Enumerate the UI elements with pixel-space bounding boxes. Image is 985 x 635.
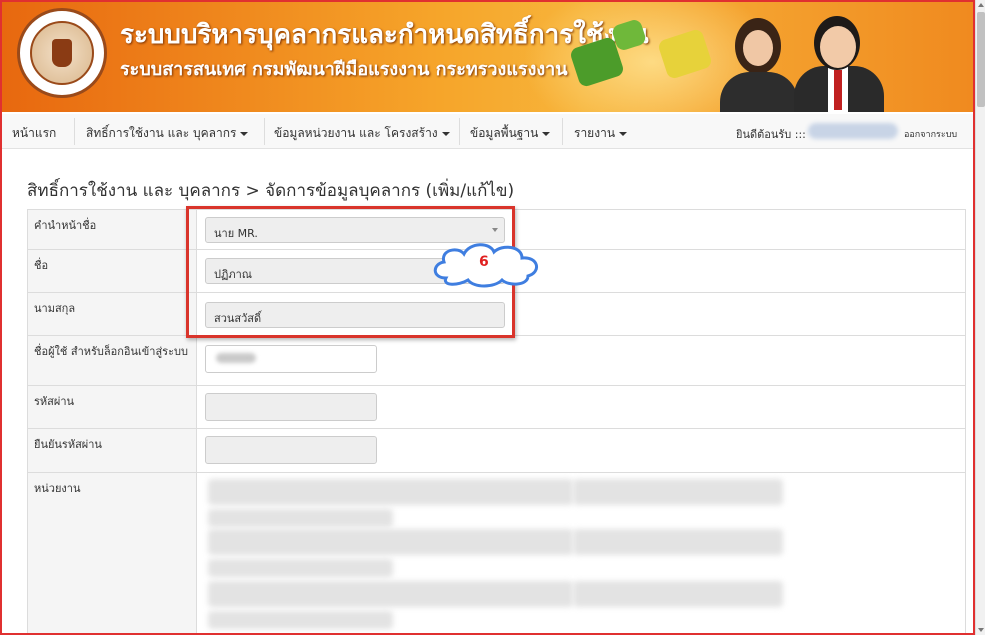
unit-select-redacted[interactable]: [208, 509, 393, 527]
scroll-down-arrow-icon[interactable]: [978, 628, 984, 632]
unit-select-redacted[interactable]: [573, 581, 783, 607]
annotation-step-number: 6: [479, 254, 489, 270]
unit-label: หน่วยงาน: [34, 482, 81, 495]
nav-units-menu[interactable]: ข้อมูลหน่วยงาน และ โครงสร้าง: [274, 124, 450, 143]
nav-home[interactable]: หน้าแรก: [12, 124, 56, 143]
username-redacted: [216, 353, 256, 363]
caret-down-icon: [441, 131, 450, 136]
password-input[interactable]: [205, 393, 377, 421]
page-title: สิทธิ์การใช้งาน และ บุคลากร > จัดการข้อม…: [27, 181, 515, 201]
prefix-label: คำนำหน้าชื่อ: [34, 219, 97, 232]
welcome-text: ยินดีต้อนรับ :::: [736, 128, 806, 141]
header-banner: ระบบบริหารบุคลากรและกำหนดสิทธิ์การใช้งาน…: [2, 2, 973, 112]
scroll-thumb[interactable]: [977, 12, 985, 107]
firstname-label: ชื่อ: [34, 259, 49, 272]
lastname-label: นามสกุล: [34, 302, 76, 315]
unit-select-redacted[interactable]: [208, 611, 393, 629]
system-subtitle: ระบบสารสนเทศ กรมพัฒนาฝีมือแรงงาน กระทรวง…: [120, 59, 568, 80]
nav-permissions-menu[interactable]: สิทธิ์การใช้งาน และ บุคลากร: [86, 124, 249, 143]
form-row-unit: หน่วยงาน: [27, 473, 966, 633]
username-input[interactable]: [205, 345, 377, 373]
logout-link[interactable]: ออกจากระบบ: [904, 127, 957, 141]
username-label: ชื่อผู้ใช้ สำหรับล็อกอินเข้าสู่ระบบ: [34, 345, 188, 358]
caret-down-icon: [542, 131, 551, 136]
system-title: ระบบบริหารบุคลากรและกำหนดสิทธิ์การใช้งาน: [120, 20, 649, 50]
browser-frame: ระบบบริหารบุคลากรและกำหนดสิทธิ์การใช้งาน…: [0, 0, 975, 635]
form-row-confirm-password: ยืนยันรหัสผ่าน: [27, 429, 966, 473]
confirm-password-input[interactable]: [205, 436, 377, 464]
nav-reports-menu[interactable]: รายงาน: [574, 124, 628, 143]
unit-select-redacted[interactable]: [573, 529, 783, 555]
form-row-username: ชื่อผู้ใช้ สำหรับล็อกอินเข้าสู่ระบบ: [27, 336, 966, 386]
caret-down-icon: [619, 131, 628, 136]
unit-select-redacted[interactable]: [573, 479, 783, 505]
unit-select-redacted[interactable]: [208, 479, 573, 505]
nav-basic-menu[interactable]: ข้อมูลพื้นฐาน: [470, 124, 551, 143]
unit-select-redacted[interactable]: [208, 559, 393, 577]
password-label: รหัสผ่าน: [34, 395, 75, 408]
caret-down-icon: [240, 131, 249, 136]
form-row-password: รหัสผ่าน: [27, 386, 966, 429]
user-name-redacted: [808, 123, 898, 139]
vertical-scrollbar[interactable]: [975, 0, 985, 635]
scroll-up-arrow-icon[interactable]: [978, 3, 984, 7]
unit-select-redacted[interactable]: [208, 581, 573, 607]
unit-select-redacted[interactable]: [208, 529, 573, 555]
main-navbar: หน้าแรก สิทธิ์การใช้งาน และ บุคลากร ข้อม…: [2, 114, 973, 149]
department-seal-logo: [17, 8, 107, 98]
confirm-password-label: ยืนยันรหัสผ่าน: [34, 438, 102, 451]
